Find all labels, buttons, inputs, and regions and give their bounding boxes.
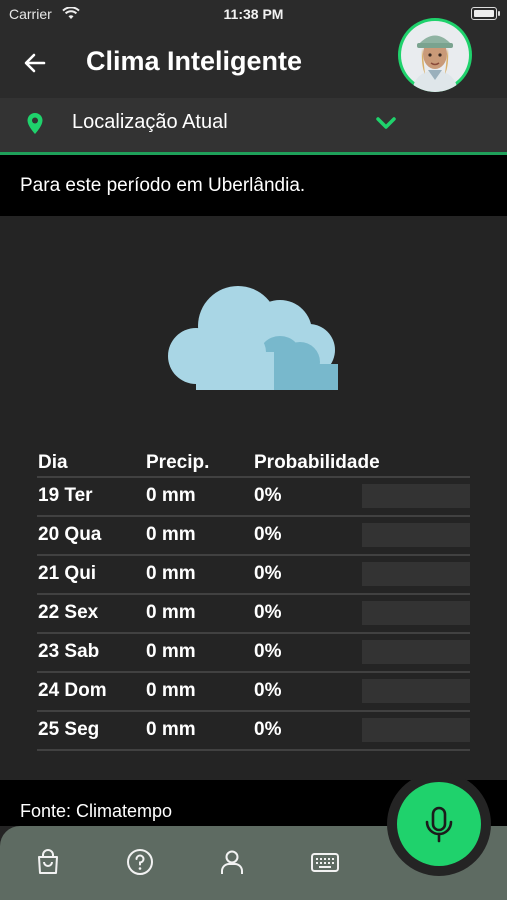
table-row: 24 Dom 0 mm 0% — [37, 673, 470, 712]
probability-bar — [362, 484, 470, 508]
map-pin-icon — [26, 112, 44, 141]
period-text: Para este período em Uberlândia. — [20, 175, 306, 196]
period-banner: Para este período em Uberlândia. — [0, 155, 507, 216]
location-label: Localização Atual — [72, 111, 228, 133]
probability-bar — [362, 562, 470, 586]
table-row: 23 Sab 0 mm 0% — [37, 634, 470, 673]
avatar[interactable] — [398, 18, 472, 92]
table-row: 25 Seg 0 mm 0% — [37, 712, 470, 751]
probability-bar — [362, 523, 470, 547]
row-probability: 0% — [254, 602, 282, 623]
header-precip: Precip. — [146, 452, 210, 473]
row-probability: 0% — [254, 641, 282, 662]
row-probability: 0% — [254, 680, 282, 701]
header-probability: Probabilidade — [254, 452, 380, 473]
row-day: 23 Sab — [38, 641, 100, 662]
row-precip: 0 mm — [146, 719, 196, 740]
row-precip: 0 mm — [146, 680, 196, 701]
source-text: Fonte: Climatempo — [20, 801, 173, 821]
row-precip: 0 mm — [146, 524, 196, 545]
row-precip: 0 mm — [146, 485, 196, 506]
probability-bar — [362, 679, 470, 703]
location-selector[interactable]: Localização Atual — [0, 98, 507, 155]
table-row: 21 Qui 0 mm 0% — [37, 556, 470, 595]
row-day: 21 Qui — [38, 563, 97, 584]
chevron-down-icon — [375, 115, 397, 136]
main-content: Dia Precip. Probabilidade 19 Ter 0 mm 0% 20… — [0, 216, 507, 780]
shopping-bag-icon[interactable] — [34, 848, 62, 881]
row-day: 22 Sex — [38, 602, 99, 623]
microphone-icon — [425, 806, 453, 843]
table-row: 22 Sex 0 mm 0% — [37, 595, 470, 634]
row-day: 20 Qua — [38, 524, 102, 545]
forecast-table: Dia Precip. Probabilidade 19 Ter 0 mm 0% 20… — [37, 448, 470, 751]
row-probability: 0% — [254, 524, 282, 545]
user-icon[interactable] — [218, 848, 246, 881]
row-precip: 0 mm — [146, 641, 196, 662]
help-circle-icon[interactable] — [126, 848, 154, 881]
arrow-left-icon — [24, 53, 46, 73]
row-probability: 0% — [254, 563, 282, 584]
probability-bar — [362, 718, 470, 742]
page-title: Clima Inteligente — [86, 46, 303, 76]
probability-bar — [362, 601, 470, 625]
back-button[interactable] — [20, 48, 50, 78]
table-header-row: Dia Precip. Probabilidade — [37, 448, 470, 478]
microphone-button[interactable] — [397, 782, 481, 866]
cloud-icon — [166, 286, 344, 397]
row-day: 24 Dom — [38, 680, 107, 701]
battery-icon — [471, 7, 500, 20]
table-row: 20 Qua 0 mm 0% — [37, 517, 470, 556]
row-day: 25 Seg — [38, 719, 100, 740]
table-row: 19 Ter 0 mm 0% — [37, 478, 470, 517]
row-precip: 0 mm — [146, 602, 196, 623]
header-day: Dia — [38, 452, 68, 473]
row-probability: 0% — [254, 485, 282, 506]
row-probability: 0% — [254, 719, 282, 740]
row-day: 19 Ter — [38, 485, 93, 506]
probability-bar — [362, 640, 470, 664]
keyboard-icon[interactable] — [310, 848, 340, 881]
row-precip: 0 mm — [146, 563, 196, 584]
